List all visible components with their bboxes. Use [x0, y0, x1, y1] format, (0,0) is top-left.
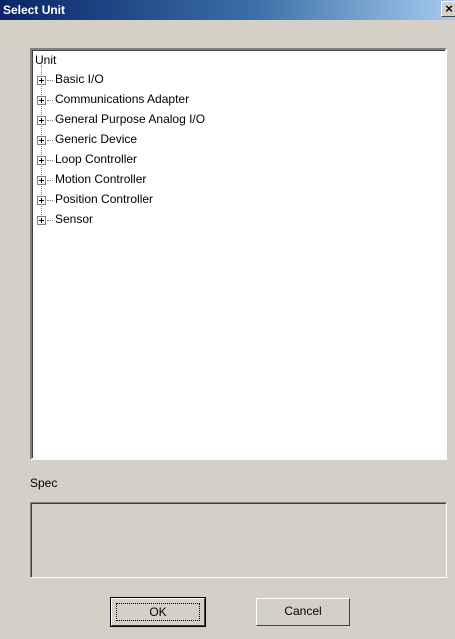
spec-textbox[interactable]: [30, 502, 447, 578]
expand-plus-icon[interactable]: [37, 96, 46, 105]
tree-item-label: Position Controller: [55, 192, 154, 206]
expand-plus-icon[interactable]: [37, 136, 46, 145]
expand-plus-icon[interactable]: [37, 76, 46, 85]
unit-tree-view[interactable]: Unit Basic I/O Communications Adapter Ge…: [30, 48, 447, 460]
title-bar[interactable]: Select Unit ×: [0, 0, 455, 20]
ok-button[interactable]: OK: [110, 597, 206, 627]
ok-button-label: OK: [116, 603, 200, 621]
cancel-button[interactable]: Cancel: [256, 598, 350, 626]
tree-item-label: Sensor: [55, 212, 94, 226]
window-title: Select Unit: [3, 3, 66, 17]
spec-label: Spec: [30, 476, 58, 490]
select-unit-dialog: Select Unit × Unit Basic I/O Communicati…: [0, 0, 455, 639]
expand-plus-icon[interactable]: [37, 216, 46, 225]
tree-item-label: Loop Controller: [55, 152, 138, 166]
tree-item-label: Motion Controller: [55, 172, 147, 186]
close-button[interactable]: ×: [441, 1, 455, 17]
tree-item-label: General Purpose Analog I/O: [55, 112, 206, 126]
tree-item-label: Basic I/O: [55, 72, 104, 86]
expand-plus-icon[interactable]: [37, 156, 46, 165]
tree-item-label: Communications Adapter: [55, 92, 190, 106]
tree-root-unit[interactable]: Unit: [35, 53, 56, 67]
expand-plus-icon[interactable]: [37, 196, 46, 205]
expand-plus-icon[interactable]: [37, 116, 46, 125]
expand-plus-icon[interactable]: [37, 176, 46, 185]
spec-value: [31, 503, 446, 577]
tree-item-label: Generic Device: [55, 132, 138, 146]
